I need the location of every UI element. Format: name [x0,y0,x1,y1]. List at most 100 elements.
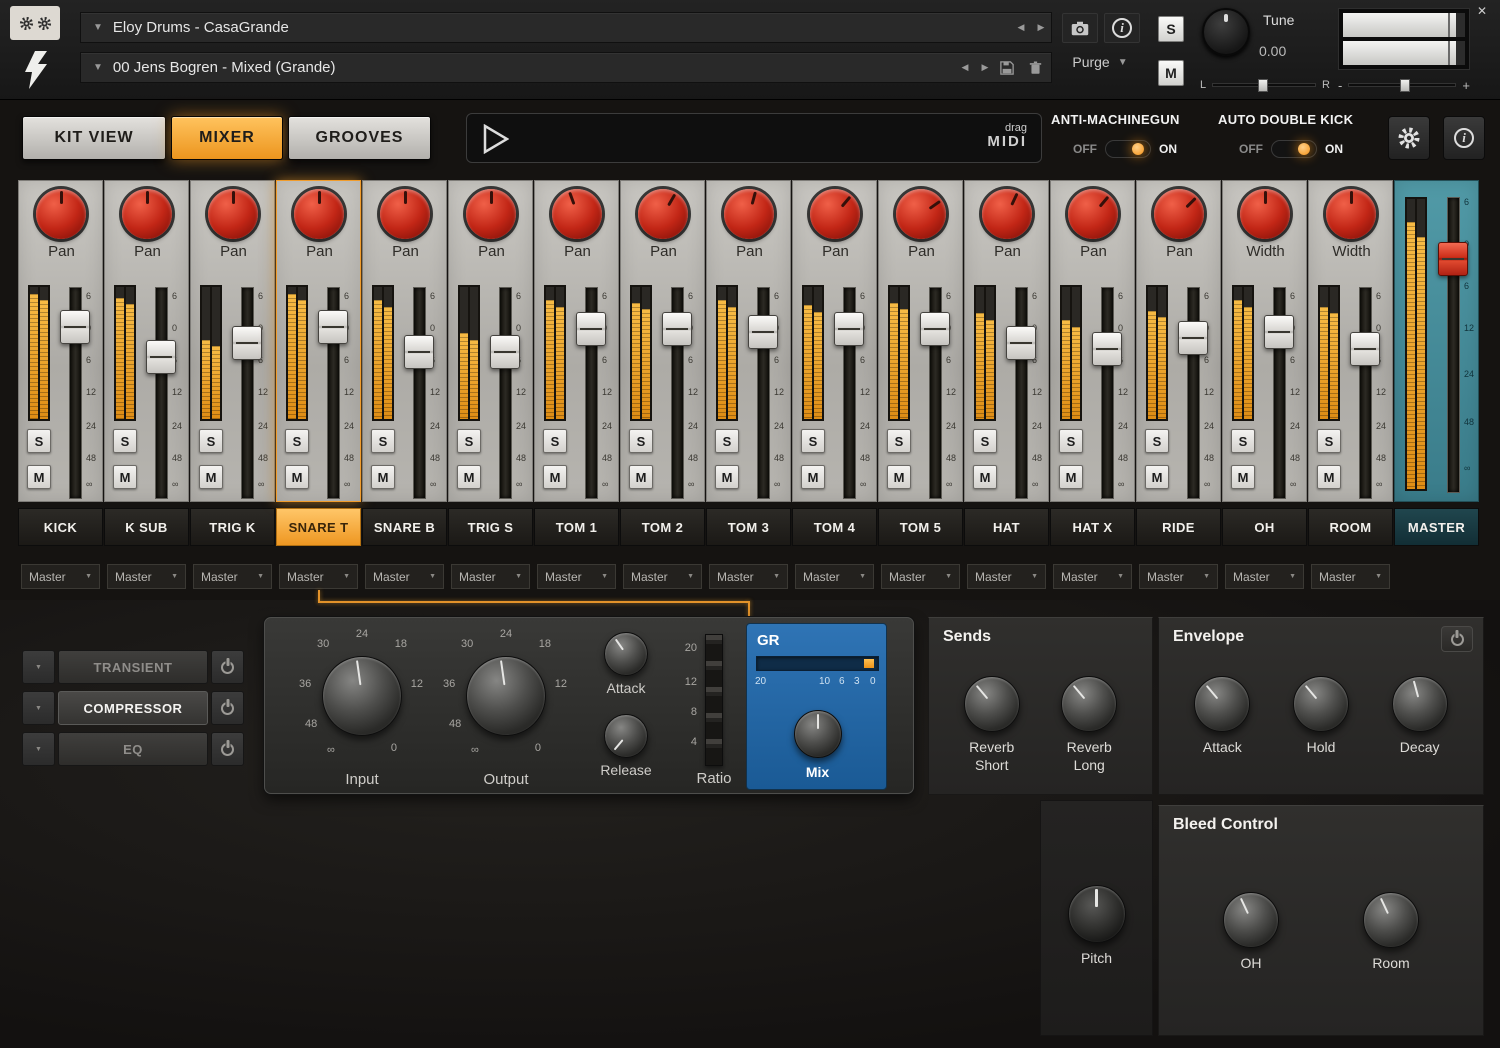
volume-fader-track[interactable] [499,287,512,499]
mix-knob[interactable] [794,710,842,758]
channel-name-label[interactable]: HAT X [1050,508,1135,546]
volume-fader-handle[interactable] [404,335,434,369]
channel-route-select[interactable]: Master▼ [193,564,272,589]
fx-compressor-button[interactable]: COMPRESSOR [58,691,208,725]
pan-track[interactable] [1212,83,1316,87]
snapshot-camera-button[interactable] [1062,13,1098,43]
instrument-next-button[interactable]: ▶ [1031,18,1051,38]
fx-expand-button[interactable]: ▼ [22,691,55,725]
solo-button[interactable]: S [973,429,997,453]
channel-route-select[interactable]: Master▼ [21,564,100,589]
volume-fader-track[interactable] [155,287,168,499]
volume-fader-handle[interactable] [748,315,778,349]
preset-prev-button[interactable]: ◀ [955,58,975,78]
pan-knob[interactable] [810,189,860,239]
mute-button[interactable]: M [543,465,567,489]
tab-grooves[interactable]: GROOVES [288,116,431,160]
mute-button[interactable]: M [973,465,997,489]
mute-button[interactable]: M [113,465,137,489]
instrument-selector[interactable]: ▼ Eloy Drums - CasaGrande ◀ ▶ [80,12,1052,43]
volume-fader-track[interactable] [413,287,426,499]
mute-button[interactable]: M [285,465,309,489]
solo-button[interactable]: S [27,429,51,453]
channel-route-select[interactable]: Master▼ [1053,564,1132,589]
solo-button[interactable]: S [1317,429,1341,453]
channel-route-select[interactable]: Master▼ [279,564,358,589]
pan-knob[interactable] [466,189,516,239]
volume-fader-handle[interactable] [834,312,864,346]
channel-route-select[interactable]: Master▼ [365,564,444,589]
pan-knob[interactable] [1326,189,1376,239]
channel-route-select[interactable]: Master▼ [1311,564,1390,589]
channel-name-label[interactable]: TOM 3 [706,508,791,546]
channel-name-label[interactable]: TOM 2 [620,508,705,546]
channel-name-label[interactable]: HAT [964,508,1049,546]
envelope-power-button[interactable] [1441,626,1473,652]
volume-handle[interactable] [1400,79,1410,92]
settings-button[interactable] [1388,116,1430,160]
volume-fader-handle[interactable] [60,310,90,344]
solo-button[interactable]: S [199,429,223,453]
mute-button[interactable]: M [715,465,739,489]
bleed-oh-knob[interactable] [1223,892,1279,948]
comp-attack-knob[interactable] [604,632,648,676]
delete-button[interactable] [1023,58,1047,78]
pan-knob[interactable] [294,189,344,239]
pitch-knob[interactable] [1068,885,1126,943]
fx-power-button[interactable] [211,650,244,684]
channel-route-select[interactable]: Master▼ [881,564,960,589]
solo-button[interactable]: S [715,429,739,453]
pan-knob[interactable] [36,189,86,239]
mute-button[interactable]: M [371,465,395,489]
minus-label[interactable]: - [1338,78,1342,93]
comp-output-knob[interactable] [466,656,546,736]
header-solo-button[interactable]: S [1158,16,1184,42]
volume-fader-handle[interactable] [920,312,950,346]
pan-knob[interactable] [724,189,774,239]
solo-button[interactable]: S [113,429,137,453]
channel-route-select[interactable]: Master▼ [709,564,788,589]
volume-track[interactable] [1348,83,1456,87]
pan-knob[interactable] [1240,189,1290,239]
channel-route-select[interactable]: Master▼ [1139,564,1218,589]
header-mute-button[interactable]: M [1158,60,1184,86]
channel-route-select[interactable]: Master▼ [451,564,530,589]
help-info-button[interactable]: i [1443,116,1485,160]
mute-button[interactable]: M [1317,465,1341,489]
volume-fader-handle[interactable] [1264,315,1294,349]
volume-fader-handle[interactable] [1092,332,1122,366]
pan-knob[interactable] [1068,189,1118,239]
comp-input-knob[interactable] [322,656,402,736]
env-decay-knob[interactable] [1392,676,1448,732]
channel-name-label[interactable]: TOM 1 [534,508,619,546]
mute-button[interactable]: M [457,465,481,489]
volume-fader-track[interactable] [1187,287,1200,499]
env-hold-knob[interactable] [1293,676,1349,732]
fx-expand-button[interactable]: ▼ [22,650,55,684]
volume-fader-handle[interactable] [576,312,606,346]
solo-button[interactable]: S [543,429,567,453]
channel-name-label[interactable]: TRIG K [190,508,275,546]
solo-button[interactable]: S [371,429,395,453]
fx-eq-button[interactable]: EQ [58,732,208,766]
pan-knob[interactable] [1154,189,1204,239]
library-logo[interactable] [10,6,60,40]
volume-fader-track[interactable] [241,287,254,499]
mute-button[interactable]: M [1145,465,1169,489]
mute-button[interactable]: M [1059,465,1083,489]
channel-name-label[interactable]: SNARE B [362,508,447,546]
channel-name-label[interactable]: TOM 4 [792,508,877,546]
pan-knob[interactable] [638,189,688,239]
channel-name-label[interactable]: OH [1222,508,1307,546]
volume-fader-track[interactable] [1101,287,1114,499]
pan-knob[interactable] [896,189,946,239]
mute-button[interactable]: M [1231,465,1255,489]
drag-midi-handle[interactable]: drag MIDI [987,122,1027,151]
channel-name-label[interactable]: SNARE T [276,508,361,546]
volume-fader-handle[interactable] [1006,326,1036,360]
pan-knob[interactable] [380,189,430,239]
channel-route-select[interactable]: Master▼ [107,564,186,589]
channel-name-label[interactable]: K SUB [104,508,189,546]
solo-button[interactable]: S [887,429,911,453]
tab-mixer[interactable]: MIXER [171,116,283,160]
